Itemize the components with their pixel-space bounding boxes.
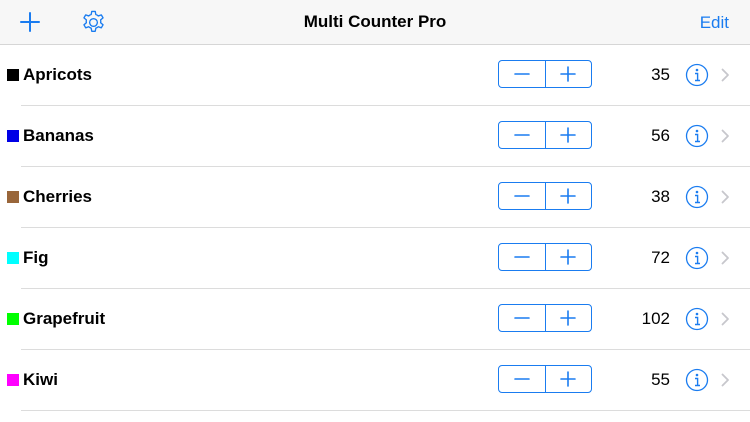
counter-stepper: [498, 121, 592, 149]
info-icon[interactable]: [685, 63, 709, 87]
minus-icon: [513, 134, 530, 136]
counter-value: 72: [651, 248, 670, 267]
chevron-right-icon[interactable]: [721, 68, 730, 82]
increment-button[interactable]: [546, 61, 592, 87]
counter-value: 35: [651, 65, 670, 84]
page-title: Multi Counter Pro: [303, 12, 447, 31]
decrement-button[interactable]: [499, 366, 546, 392]
counter-name: Kiwi: [23, 370, 58, 389]
counter-value: 56: [651, 126, 670, 145]
color-swatch: [7, 191, 19, 203]
color-swatch: [7, 130, 19, 142]
counter-row[interactable]: Bananas 56: [0, 106, 750, 167]
counter-stepper: [498, 243, 592, 271]
chevron-right-icon[interactable]: [721, 251, 730, 265]
decrement-button[interactable]: [499, 122, 546, 148]
counter-name: Bananas: [23, 126, 94, 145]
minus-icon: [513, 256, 530, 258]
counter-name: Cherries: [23, 187, 92, 206]
plus-icon: [560, 66, 577, 82]
chevron-right-icon[interactable]: [721, 190, 730, 204]
increment-button[interactable]: [546, 305, 592, 331]
counter-value: 55: [651, 370, 670, 389]
counter-value: 38: [651, 187, 670, 206]
chevron-right-icon[interactable]: [721, 373, 730, 387]
color-swatch: [7, 252, 19, 264]
info-icon[interactable]: [685, 246, 709, 270]
add-counter-icon[interactable]: [18, 10, 42, 34]
plus-icon: [560, 310, 577, 326]
plus-icon: [560, 249, 577, 265]
counter-stepper: [498, 365, 592, 393]
chevron-right-icon[interactable]: [721, 129, 730, 143]
counter-name: Fig: [23, 248, 49, 267]
info-icon[interactable]: [685, 124, 709, 148]
decrement-button[interactable]: [499, 305, 546, 331]
counter-row[interactable]: Grapefruit 102: [0, 289, 750, 350]
increment-button[interactable]: [546, 366, 592, 392]
counter-row[interactable]: Apricots 35: [0, 45, 750, 106]
decrement-button[interactable]: [499, 183, 546, 209]
color-swatch: [7, 374, 19, 386]
counter-stepper: [498, 182, 592, 210]
plus-icon: [560, 188, 577, 204]
minus-icon: [513, 195, 530, 197]
counter-row[interactable]: Kiwi 55: [0, 350, 750, 411]
counter-list: Apricots 35 Bananas 56 Cherries 38 Fig 7…: [0, 45, 750, 411]
counter-name: Grapefruit: [23, 309, 106, 328]
minus-icon: [513, 317, 530, 319]
plus-icon: [560, 127, 577, 143]
navigation-bar: Multi Counter Pro Edit: [0, 0, 750, 45]
counter-stepper: [498, 304, 592, 332]
counter-value: 102: [641, 309, 670, 328]
color-swatch: [7, 313, 19, 325]
info-icon[interactable]: [685, 185, 709, 209]
info-icon[interactable]: [685, 307, 709, 331]
decrement-button[interactable]: [499, 244, 546, 270]
counter-row[interactable]: Cherries 38: [0, 167, 750, 228]
minus-icon: [513, 73, 530, 75]
gear-icon[interactable]: [80, 9, 107, 36]
counter-stepper: [498, 60, 592, 88]
plus-icon: [560, 371, 577, 387]
increment-button[interactable]: [546, 244, 592, 270]
increment-button[interactable]: [546, 122, 592, 148]
edit-button[interactable]: Edit: [700, 13, 729, 33]
counter-row[interactable]: Fig 72: [0, 228, 750, 289]
decrement-button[interactable]: [499, 61, 546, 87]
info-icon[interactable]: [685, 368, 709, 392]
counter-name: Apricots: [23, 65, 92, 84]
minus-icon: [513, 378, 530, 380]
chevron-right-icon[interactable]: [721, 312, 730, 326]
increment-button[interactable]: [546, 183, 592, 209]
color-swatch: [7, 69, 19, 81]
